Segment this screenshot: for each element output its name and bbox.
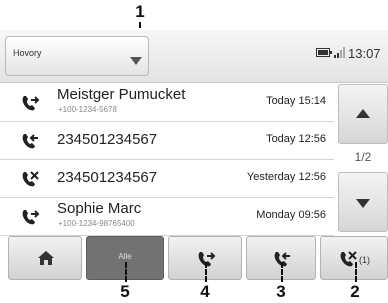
scroll-down-button[interactable] bbox=[338, 172, 388, 232]
contact-name: Sophie Marc bbox=[57, 200, 142, 217]
callout-line-5 bbox=[125, 262, 127, 282]
contact-name: 234501234567 bbox=[57, 169, 158, 186]
tab-all-label: Alle bbox=[118, 252, 132, 261]
outgoing-call-icon bbox=[22, 210, 40, 225]
top-bar: Hovory 13:07 bbox=[0, 30, 388, 83]
contact-name: 234501234567 bbox=[57, 131, 158, 148]
missed-count-badge: (1) bbox=[359, 255, 370, 265]
call-list-dropdown[interactable]: Hovory bbox=[5, 36, 149, 76]
callout-line-2 bbox=[355, 262, 357, 282]
dropdown-label: Hovory bbox=[13, 48, 42, 58]
call-time: Today 15:14 bbox=[266, 95, 326, 107]
callout-label-3: 3 bbox=[276, 282, 286, 301]
home-icon bbox=[38, 251, 54, 265]
tab-home[interactable] bbox=[8, 236, 82, 280]
page-indicator: 1/2 bbox=[354, 150, 372, 164]
contact-number: +100-1234-5678 bbox=[58, 105, 117, 114]
call-time: Yesterday 12:56 bbox=[246, 171, 326, 183]
call-time: Monday 09:56 bbox=[256, 209, 326, 221]
callout-label-2: 2 bbox=[350, 282, 360, 301]
callout-line-3 bbox=[281, 262, 283, 282]
missed-call-icon bbox=[22, 171, 39, 187]
callout-label-1: 1 bbox=[135, 2, 145, 21]
outgoing-call-icon bbox=[22, 96, 40, 111]
call-list-item[interactable]: 234501234567 Yesterday 12:56 bbox=[0, 160, 334, 198]
call-list-item[interactable]: Meistger Pumucket +100-1234-5678 Today 1… bbox=[0, 84, 334, 122]
chevron-down-icon bbox=[130, 57, 142, 65]
tab-missed-calls[interactable]: (1) bbox=[320, 236, 388, 280]
callout-label-5: 5 bbox=[120, 282, 130, 301]
battery-icon bbox=[316, 48, 332, 57]
contact-name: Meistger Pumucket bbox=[57, 86, 186, 103]
callout-line-4 bbox=[205, 262, 207, 282]
clock-time: 13:07 bbox=[348, 46, 381, 61]
signal-strength-icon bbox=[334, 47, 345, 58]
arrow-down-icon bbox=[356, 199, 370, 208]
arrow-up-icon bbox=[356, 109, 370, 118]
incoming-call-icon bbox=[22, 134, 38, 149]
call-time: Today 12:56 bbox=[266, 133, 326, 145]
call-list-item[interactable]: 234501234567 Today 12:56 bbox=[0, 122, 334, 160]
call-list-item[interactable]: Sophie Marc +100-1234-98765400 Monday 09… bbox=[0, 198, 334, 236]
contact-number: +100-1234-98765400 bbox=[58, 219, 135, 228]
scroll-up-button[interactable] bbox=[338, 84, 388, 144]
callout-label-4: 4 bbox=[200, 282, 210, 301]
